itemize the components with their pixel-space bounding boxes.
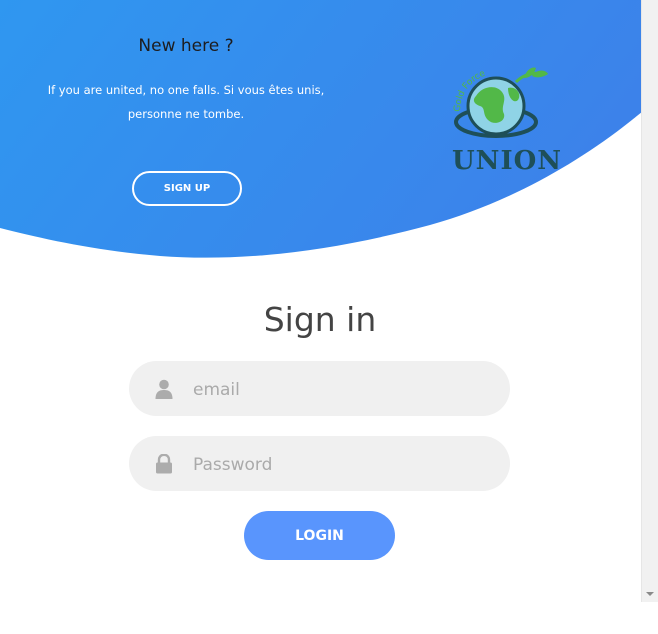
email-input[interactable] xyxy=(191,361,495,418)
logo-arc-text: Gold Force xyxy=(453,69,487,112)
chevron-down-icon xyxy=(646,591,654,596)
signin-page: New here ? If you are united, no one fal… xyxy=(0,0,658,634)
sign-in-title: Sign in xyxy=(263,300,377,339)
email-field[interactable] xyxy=(129,361,510,418)
svg-text:Gold Force: Gold Force xyxy=(453,69,487,112)
lock-icon xyxy=(156,454,172,474)
promo-title: New here ? xyxy=(138,36,234,56)
vertical-scrollbar[interactable] xyxy=(641,0,658,602)
promo-text: If you are united, no one falls. Si vous… xyxy=(47,83,325,121)
user-icon xyxy=(155,379,173,399)
logo-word: UNION xyxy=(452,146,563,176)
sign-up-button[interactable]: SIGN UP xyxy=(132,171,242,206)
password-input[interactable] xyxy=(191,436,495,493)
password-field[interactable] xyxy=(129,436,510,493)
login-button[interactable]: LOGIN xyxy=(244,511,395,560)
scroll-down-button[interactable] xyxy=(642,585,658,602)
